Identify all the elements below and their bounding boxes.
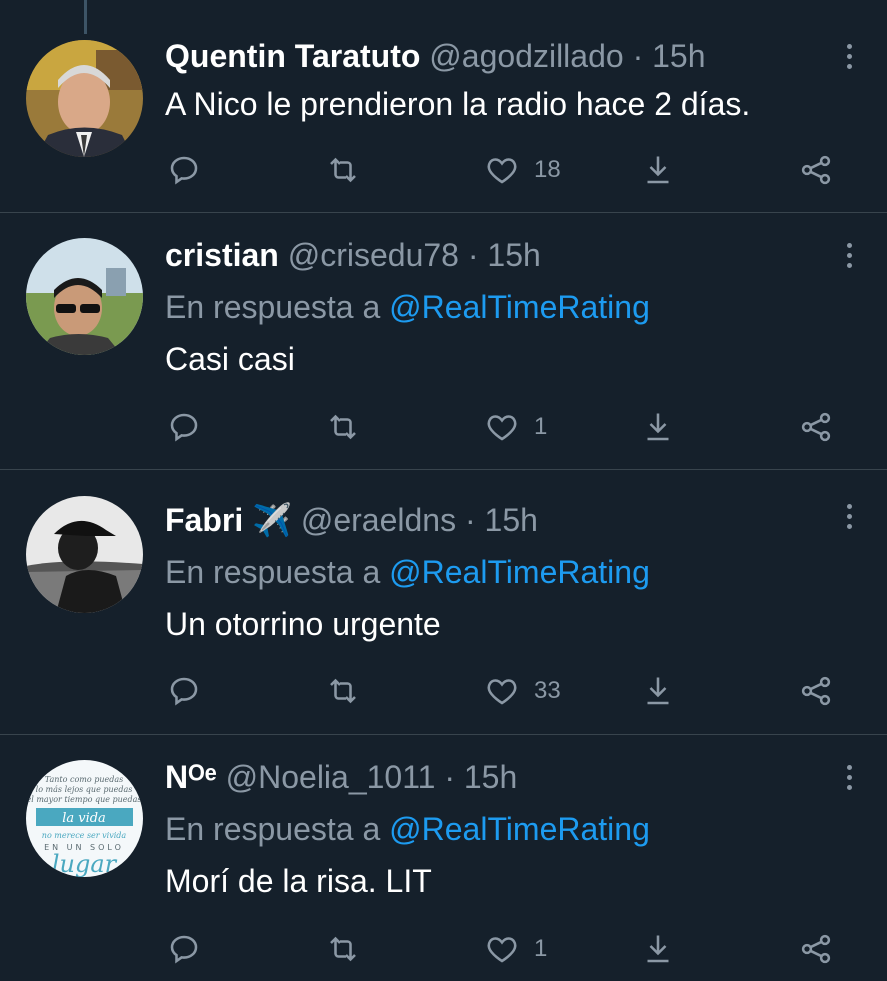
download-button[interactable] — [640, 929, 676, 969]
reply-icon — [170, 677, 198, 706]
author-name[interactable]: Fabri ✈️ — [165, 502, 292, 538]
reply-mention-link[interactable]: @RealTimeRating — [389, 289, 650, 325]
retweet-button[interactable] — [325, 150, 361, 190]
download-button[interactable] — [640, 671, 676, 711]
author-handle[interactable]: @eraeldns — [301, 502, 456, 538]
share-button[interactable] — [798, 407, 834, 447]
author-name[interactable]: Quentin Taratuto — [165, 38, 420, 74]
separator: · — [467, 237, 479, 273]
like-count: 33 — [534, 677, 561, 704]
share-button[interactable] — [798, 671, 834, 711]
like-count: 1 — [534, 935, 548, 962]
tweet[interactable]: cristian @crisedu78 · 15h En respuesta a… — [0, 213, 887, 470]
timestamp[interactable]: 15h — [487, 237, 540, 273]
like-icon — [487, 415, 517, 441]
like-icon — [487, 158, 517, 184]
more-icon[interactable] — [839, 235, 859, 275]
retweet-button[interactable] — [325, 671, 361, 711]
like-count: 1 — [534, 413, 548, 440]
reply-context: En respuesta a @RealTimeRating — [165, 809, 867, 849]
reply-mention-link[interactable]: @RealTimeRating — [389, 554, 650, 590]
like-button[interactable]: 18 — [484, 150, 561, 190]
reply-icon — [170, 156, 198, 185]
like-icon — [487, 679, 517, 705]
tweet-text: Casi casi — [165, 341, 295, 377]
more-icon[interactable] — [839, 36, 859, 76]
avatar-quote-line: lo más lejos que puedas — [36, 785, 133, 794]
author-handle[interactable]: @Noelia_1011 — [226, 759, 436, 795]
retweet-button[interactable] — [325, 407, 361, 447]
share-icon — [801, 676, 831, 706]
like-icon — [487, 937, 517, 963]
download-icon — [647, 413, 669, 441]
retweet-button[interactable] — [325, 929, 361, 969]
like-button[interactable]: 33 — [484, 671, 561, 711]
reply-button[interactable] — [166, 929, 202, 969]
reply-prefix: En respuesta a — [165, 811, 381, 847]
like-button[interactable]: 1 — [484, 929, 547, 969]
reply-button[interactable] — [166, 150, 202, 190]
like-count: 18 — [534, 156, 561, 183]
separator: · — [444, 759, 455, 795]
reply-button[interactable] — [166, 671, 202, 711]
separator: · — [632, 38, 644, 74]
reply-button[interactable] — [166, 407, 202, 447]
avatar-quote-line: la vida — [62, 811, 106, 826]
author-name[interactable]: cristian — [165, 237, 279, 273]
author-name[interactable]: Nᴼᵉ — [165, 759, 217, 795]
share-icon — [801, 412, 831, 442]
download-button[interactable] — [640, 407, 676, 447]
avatar[interactable] — [26, 496, 143, 613]
author-handle[interactable]: @agodzillado — [429, 38, 623, 74]
share-button[interactable] — [798, 929, 834, 969]
tweet[interactable]: Fabri ✈️ @eraeldns · 15h En respuesta a … — [0, 470, 887, 735]
retweet-icon — [330, 414, 356, 440]
like-button[interactable]: 1 — [484, 407, 547, 447]
reply-prefix: En respuesta a — [165, 554, 381, 590]
tweet[interactable]: Quentin Taratuto @agodzillado · 15h A Ni… — [0, 0, 887, 213]
tweet-text: Un otorrino urgente — [165, 606, 441, 642]
avatar[interactable]: Tanto como puedas lo más lejos que pueda… — [26, 760, 143, 877]
share-icon — [801, 155, 831, 185]
retweet-icon — [330, 936, 356, 962]
reply-context: En respuesta a @RealTimeRating — [165, 287, 867, 327]
download-icon — [647, 677, 669, 705]
download-button[interactable] — [640, 150, 676, 190]
avatar-quote-line: el mayor tiempo que puedas — [26, 795, 141, 804]
download-icon — [647, 935, 669, 963]
retweet-icon — [330, 678, 356, 704]
reply-mention-link[interactable]: @RealTimeRating — [389, 811, 650, 847]
tweet-text: A Nico le prendieron la radio hace 2 día… — [165, 86, 751, 122]
share-button[interactable] — [798, 150, 834, 190]
timestamp[interactable]: 15h — [652, 38, 705, 74]
reply-icon — [170, 413, 198, 442]
reply-prefix: En respuesta a — [165, 289, 381, 325]
reply-context: En respuesta a @RealTimeRating — [165, 552, 867, 592]
download-icon — [647, 156, 669, 184]
more-icon[interactable] — [839, 496, 859, 536]
avatar[interactable] — [26, 40, 143, 157]
author-handle[interactable]: @crisedu78 — [288, 237, 459, 273]
timestamp[interactable]: 15h — [464, 759, 517, 795]
more-icon[interactable] — [839, 757, 859, 797]
tweet-text: Morí de la risa. LIT — [165, 863, 432, 899]
timestamp[interactable]: 15h — [485, 502, 538, 538]
reply-icon — [170, 935, 198, 964]
avatar-quote-line: Tanto como puedas — [45, 775, 123, 784]
avatar[interactable] — [26, 238, 143, 355]
avatar-quote-line: no merece ser vivida — [42, 831, 127, 840]
separator: · — [464, 502, 476, 538]
avatar-quote-line: lugar — [52, 850, 118, 877]
tweet[interactable]: Tanto como puedas lo más lejos que pueda… — [0, 735, 887, 981]
retweet-icon — [330, 157, 356, 183]
share-icon — [801, 934, 831, 964]
